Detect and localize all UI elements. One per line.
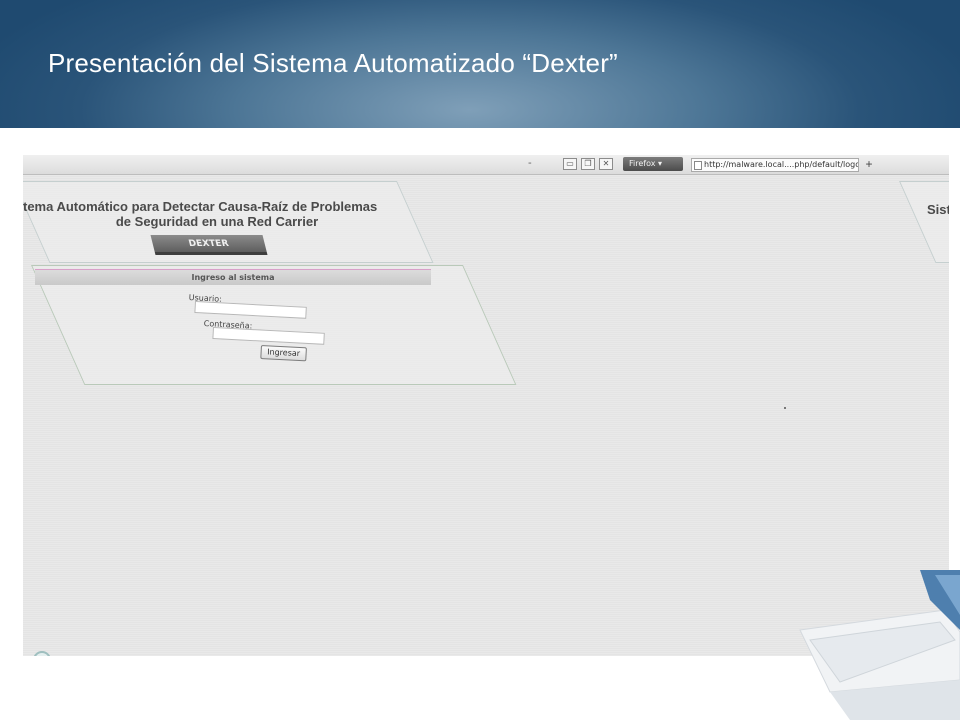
- slide-title: Presentación del Sistema Automatizado “D…: [48, 48, 618, 78]
- right-banner-title: Siste: [927, 202, 949, 217]
- address-bar-url: http://malware.local....php/default/logo…: [704, 160, 859, 169]
- address-bar[interactable]: http://malware.local....php/default/logo…: [691, 158, 859, 172]
- dexter-logo: DEXTER: [150, 235, 268, 255]
- slide: Presentación del Sistema Automatizado “D…: [0, 0, 960, 720]
- banner-line-2: de Seguridad en una Red Carrier: [115, 214, 319, 229]
- ingresar-button[interactable]: Ingresar: [260, 345, 307, 362]
- toolbar-dash: -: [528, 157, 532, 169]
- stray-dot: [784, 407, 786, 409]
- page-icon: [694, 161, 702, 170]
- firefox-menu-button[interactable]: Firefox ▾: [623, 157, 683, 171]
- corner-circle-icon: [33, 651, 51, 656]
- restore-icon[interactable]: ❐: [581, 158, 595, 170]
- close-icon[interactable]: ✕: [599, 158, 613, 170]
- right-banner-panel: [899, 181, 949, 263]
- app-banner-title: tema Automático para Detectar Causa-Raíz…: [23, 199, 378, 229]
- slide-header: Presentación del Sistema Automatizado “D…: [0, 0, 960, 128]
- laptop-decoration-icon: [799, 570, 960, 720]
- new-tab-button[interactable]: +: [862, 157, 876, 171]
- minimize-icon[interactable]: ▭: [563, 158, 577, 170]
- browser-toolbar: - ▭ ❐ ✕ Firefox ▾ http://malware.local..…: [23, 155, 949, 175]
- banner-line-1: tema Automático para Detectar Causa-Raíz…: [23, 199, 378, 214]
- login-header: Ingreso al sistema: [35, 269, 431, 285]
